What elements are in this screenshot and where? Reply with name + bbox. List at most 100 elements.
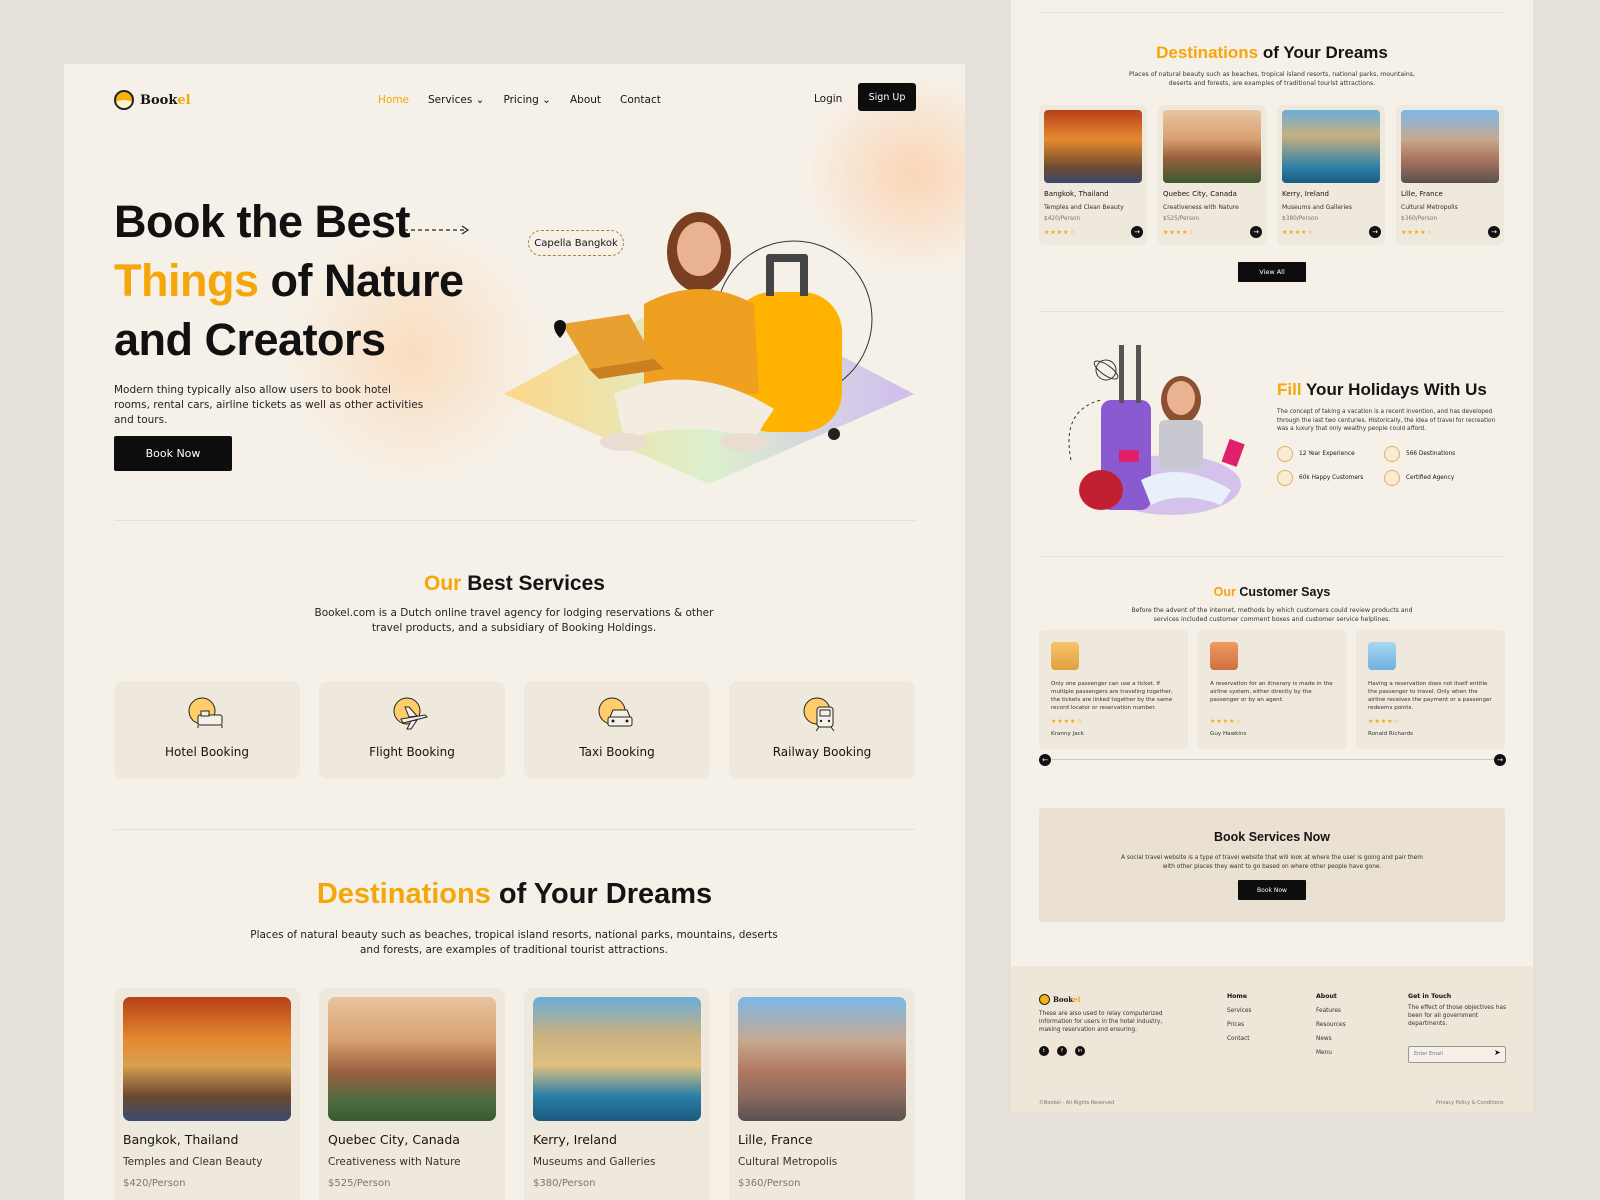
hero-traveler-illustration (504, 212, 914, 484)
nav-home[interactable]: Home (378, 94, 409, 106)
testimonial-card: A reservation for an itinerary is made i… (1198, 630, 1347, 749)
nav-services[interactable]: Services ⌄ (428, 94, 484, 106)
book-now-button[interactable]: Book Now (114, 436, 232, 471)
footer-about: These are also used to relay computerize… (1039, 1011, 1163, 1033)
section-divider (1039, 12, 1505, 13)
service-card-hotel[interactable]: Hotel Booking (114, 681, 300, 779)
rating-stars: ★★★★☆ (1163, 229, 1195, 236)
service-label: Taxi Booking (579, 745, 655, 759)
avatar (1368, 642, 1396, 670)
bed-icon (188, 697, 223, 728)
map-pin-icon (1384, 446, 1400, 462)
services-subtitle: Bookel.com is a Dutch online travel agen… (314, 607, 714, 634)
trophy-icon (1277, 446, 1293, 462)
service-card-railway[interactable]: Railway Booking (729, 681, 915, 779)
landing-page-main: Bookel Home Services ⌄ Pricing ⌄ About C… (64, 64, 965, 1200)
send-icon[interactable]: ➤ (1494, 1048, 1501, 1057)
holiday-traveler-illustration (1068, 345, 1245, 515)
footer-link[interactable]: Prices (1227, 1018, 1251, 1032)
footer-link[interactable]: Contact (1227, 1032, 1251, 1046)
destination-card-lille[interactable]: Lille, France Cultural Metropolis $360/P… (1396, 105, 1504, 245)
destination-photo (328, 997, 496, 1121)
hero-subtitle: Modern thing typically also allow users … (114, 384, 424, 426)
footer-contact-heading: Get in Touch (1408, 993, 1452, 1000)
destinations-list: Bangkok, Thailand Temples and Clean Beau… (114, 988, 915, 1200)
destination-card-quebec[interactable]: Quebec City, Canada Creativeness with Na… (1158, 105, 1266, 245)
logo-icon (114, 90, 134, 110)
destination-card-lille[interactable]: Lille, France Cultural Metropolis $360/P… (729, 988, 915, 1200)
arrow-right-icon[interactable]: → (1131, 226, 1143, 238)
destinations-title: Destinations of Your Dreams (316, 878, 713, 910)
destinations-subtitle: Places of natural beauty such as beaches… (250, 929, 778, 956)
main-menu: Home Services ⌄ Pricing ⌄ About Contact (378, 94, 661, 106)
destinations-title: Destinations of Your Dreams (1156, 43, 1388, 62)
service-card-flight[interactable]: Flight Booking (319, 681, 505, 779)
train-icon (803, 697, 835, 732)
avatar (1051, 642, 1079, 670)
hero-line-2: of Nature (258, 255, 464, 306)
taxi-icon (598, 697, 633, 727)
footer-link-about[interactable]: About (1316, 990, 1346, 1004)
stat-customers: 60k Happy Customers (1277, 470, 1363, 486)
cta-book-now-button[interactable]: Book Now (1238, 880, 1306, 900)
arrow-right-icon[interactable]: → (1494, 754, 1506, 766)
footer-col-contact: Get in Touch The effect of those objecti… (1408, 990, 1506, 1028)
rating-stars: ★★★★☆ (1401, 229, 1433, 236)
destination-photo (1401, 110, 1499, 183)
facebook-icon[interactable]: f (1057, 1046, 1067, 1056)
footer-link[interactable]: Menu (1316, 1046, 1346, 1060)
destination-photo (738, 997, 906, 1121)
services-title: Our Best Services (424, 572, 605, 595)
footer-logo[interactable]: Bookel (1039, 994, 1080, 1005)
footer-col-home: Home Services Prices Contact (1227, 990, 1251, 1046)
hero-heading: Book the Best Things of Nature and Creat… (114, 192, 464, 369)
arrow-left-icon[interactable]: ← (1039, 754, 1051, 766)
landing-page-overview: Destinations of Your Dreams Places of na… (1011, 0, 1533, 1112)
login-link[interactable]: Login (814, 93, 842, 105)
logo-icon (1039, 994, 1050, 1005)
arrow-right-icon[interactable]: → (1488, 226, 1500, 238)
footer-link[interactable]: News (1316, 1032, 1346, 1046)
footer-link[interactable]: Resources (1316, 1018, 1346, 1032)
logo[interactable]: Bookel (114, 90, 191, 110)
destination-photo (1282, 110, 1380, 183)
linkedin-icon[interactable]: in (1075, 1046, 1085, 1056)
rating-stars: ★★★★☆ (1282, 229, 1314, 236)
airplane-icon (393, 697, 428, 730)
services-list: Hotel Booking Flight Booking Taxi Bookin… (114, 681, 915, 779)
nav-contact[interactable]: Contact (620, 94, 661, 106)
footer-contact-text: The effect of those objectives has been … (1408, 1005, 1506, 1027)
destination-card-bangkok[interactable]: Bangkok, Thailand Temples and Clean Beau… (114, 988, 300, 1200)
section-divider (114, 520, 915, 521)
destination-card-kerry[interactable]: Kerry, Ireland Museums and Galleries $38… (1277, 105, 1385, 245)
dashed-arrow-icon (404, 225, 470, 235)
rating-stars: ★★★★☆ (1210, 718, 1242, 725)
privacy-link[interactable]: Privacy Policy & Conditions (1436, 1100, 1504, 1106)
destination-card-bangkok[interactable]: Bangkok, Thailand Temples and Clean Beau… (1039, 105, 1147, 245)
footer-link[interactable]: Services (1227, 1004, 1251, 1018)
holidays-title: Fill Your Holidays With Us (1277, 380, 1487, 399)
footer-link[interactable]: Features (1316, 1004, 1346, 1018)
arrow-right-icon[interactable]: → (1250, 226, 1262, 238)
hero-line-1: Book the Best (114, 196, 411, 247)
destination-photo (1044, 110, 1142, 183)
destination-card-kerry[interactable]: Kerry, Ireland Museums and Galleries $38… (524, 988, 710, 1200)
arrow-right-icon[interactable]: → (1369, 226, 1381, 238)
destination-card-quebec[interactable]: Quebec City, Canada Creativeness with Na… (319, 988, 505, 1200)
twitter-icon[interactable]: t (1039, 1046, 1049, 1056)
cta-title: Book Services Now (1213, 830, 1330, 844)
section-divider (1039, 311, 1505, 312)
stat-experience: 12 Year Experience (1277, 446, 1355, 462)
book-services-block: Book Services Now A social travel websit… (1039, 808, 1505, 922)
footer-link-home[interactable]: Home (1227, 990, 1251, 1004)
service-label: Railway Booking (772, 745, 872, 759)
destination-photo (1163, 110, 1261, 183)
email-input[interactable]: Enter Email (1408, 1046, 1506, 1063)
holidays-text: The concept of taking a vacation is a re… (1277, 409, 1496, 432)
signup-button[interactable]: Sign Up (858, 83, 916, 111)
stat-certified: Certified Agency (1384, 470, 1454, 486)
nav-about[interactable]: About (570, 94, 601, 106)
service-card-taxi[interactable]: Taxi Booking (524, 681, 710, 779)
nav-pricing[interactable]: Pricing ⌄ (503, 94, 551, 106)
view-all-button[interactable]: View All (1238, 262, 1306, 282)
